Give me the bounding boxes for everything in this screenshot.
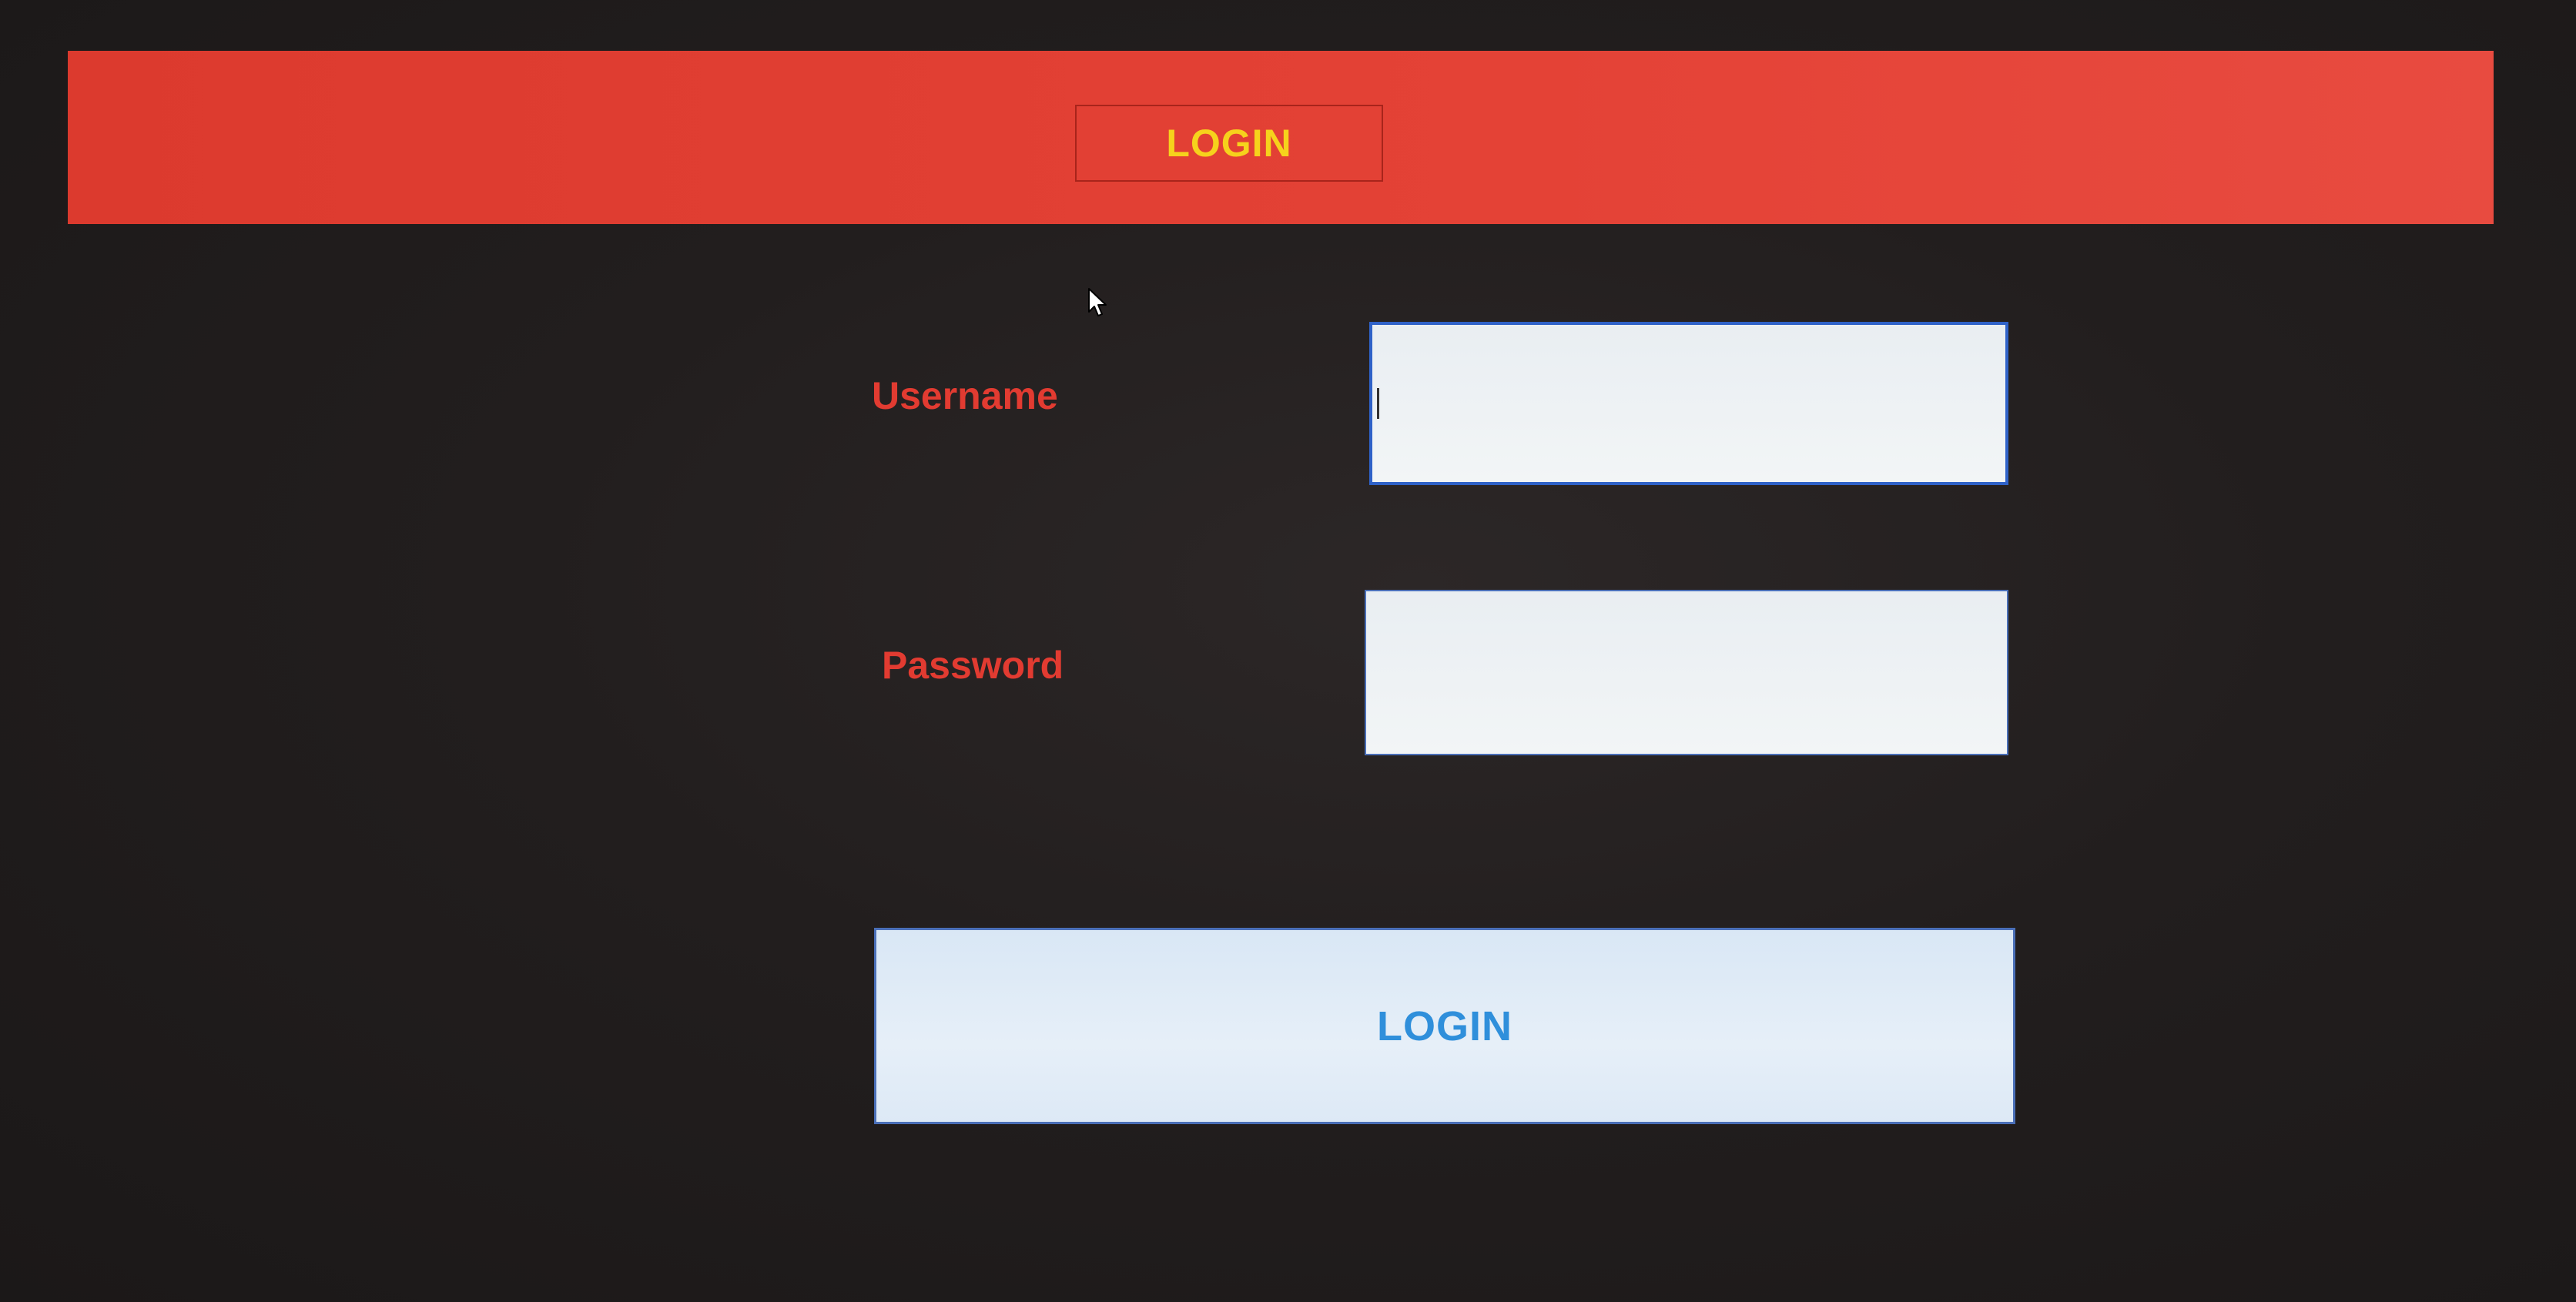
header-title-box: LOGIN xyxy=(1075,105,1383,182)
login-button[interactable]: LOGIN xyxy=(874,928,2015,1124)
username-input[interactable] xyxy=(1369,322,2008,485)
username-label: Username xyxy=(872,374,1058,417)
login-button-label: LOGIN xyxy=(1377,1002,1512,1049)
header-bar: LOGIN xyxy=(68,51,2494,224)
login-screen: LOGIN Username Password LOGIN xyxy=(0,0,2576,1302)
text-caret xyxy=(1377,388,1379,419)
page-title: LOGIN xyxy=(1166,122,1292,165)
password-input[interactable] xyxy=(1365,590,2008,755)
password-label: Password xyxy=(882,644,1064,687)
arrow-cursor-icon xyxy=(1088,288,1107,316)
